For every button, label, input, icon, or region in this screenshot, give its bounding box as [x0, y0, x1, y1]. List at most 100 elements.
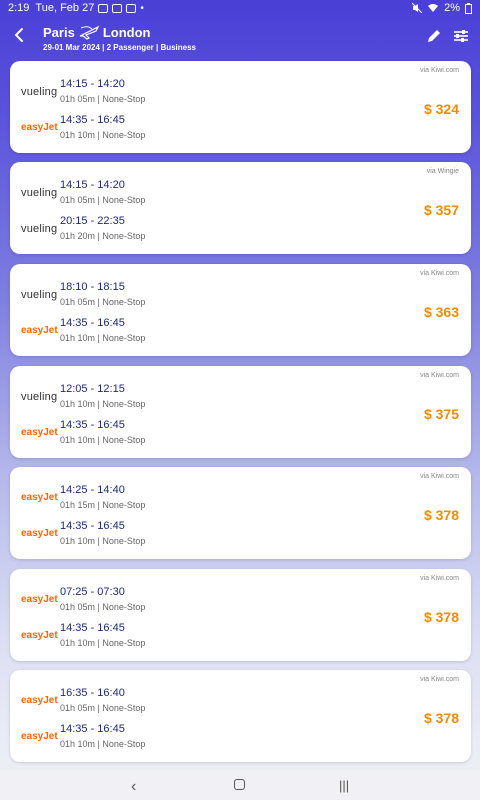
flight-times: 07:25 - 07:30 — [60, 586, 125, 598]
flight-times: 14:15 - 14:20 — [60, 78, 125, 90]
provider-label: via Kiwi.com — [420, 575, 459, 582]
outbound-leg: easyJet 14:25 - 14:40 01h 15m | None-Sto… — [10, 481, 310, 515]
provider-label: via Kiwi.com — [420, 67, 459, 74]
provider-label: via Wingie — [426, 168, 459, 175]
filter-icon[interactable] — [453, 28, 469, 44]
provider-label: via Kiwi.com — [420, 270, 459, 277]
app-notification-icon — [112, 3, 123, 13]
flight-details: 01h 10m | None-Stop — [60, 399, 146, 409]
flight-price: $ 378 — [423, 609, 459, 625]
flight-times: 14:35 - 16:45 — [60, 317, 125, 329]
nav-recents-icon[interactable]: ||| — [339, 778, 349, 793]
flight-times: 14:25 - 14:40 — [60, 484, 125, 496]
provider-label: via Kiwi.com — [420, 473, 459, 480]
calendar-notification-icon — [126, 3, 137, 13]
edit-icon[interactable] — [426, 28, 442, 44]
airline-logo: vueling — [21, 187, 58, 199]
status-time: 2:19 — [8, 2, 30, 14]
flight-details: 01h 10m | None-Stop — [60, 130, 146, 140]
flight-times: 16:35 - 16:40 — [60, 687, 125, 699]
provider-label: via Kiwi.com — [420, 372, 459, 379]
flight-details: 01h 15m | None-Stop — [60, 500, 146, 510]
airline-logo: easyJet — [21, 427, 58, 438]
system-nav-bar: ‹ ||| — [0, 770, 480, 800]
status-date: Tue, Feb 27 — [35, 2, 95, 14]
flight-card[interactable]: via Kiwi.com vueling 12:05 - 12:15 01h 1… — [10, 366, 471, 458]
flight-times: 18:10 - 18:15 — [60, 281, 125, 293]
flight-card[interactable]: via Wingie vueling 14:15 - 14:20 01h 05m… — [10, 162, 471, 254]
airline-logo: easyJet — [21, 630, 58, 641]
flight-card[interactable]: via Kiwi.com easyJet 07:25 - 07:30 01h 0… — [10, 569, 471, 661]
return-leg: easyJet 14:35 - 16:45 01h 10m | None-Sto… — [10, 619, 310, 653]
outbound-leg: vueling 18:10 - 18:15 01h 05m | None-Sto… — [10, 278, 310, 312]
trip-summary: 29-01 Mar 2024 | 2 Passenger | Business — [43, 43, 197, 52]
flight-card[interactable]: via Kiwi.com vueling 18:10 - 18:15 01h 0… — [10, 264, 471, 356]
flight-details: 01h 05m | None-Stop — [60, 297, 146, 307]
return-leg: easyJet 14:35 - 16:45 01h 10m | None-Sto… — [10, 416, 310, 450]
airline-logo: easyJet — [21, 122, 58, 133]
return-leg: easyJet 14:35 - 16:45 01h 10m | None-Sto… — [10, 720, 310, 754]
flight-price: $ 375 — [423, 406, 459, 422]
outbound-leg: vueling 14:15 - 14:20 01h 05m | None-Sto… — [10, 75, 310, 109]
airline-logo: easyJet — [21, 325, 58, 336]
more-notifications-icon: • — [140, 2, 144, 14]
airline-logo: vueling — [21, 86, 58, 98]
airline-logo: easyJet — [21, 492, 58, 503]
airline-logo: easyJet — [21, 731, 58, 742]
outbound-leg: vueling 14:15 - 14:20 01h 05m | None-Sto… — [10, 176, 310, 210]
status-bar: 2:19 Tue, Feb 27 • 2% — [0, 0, 480, 16]
nav-back-icon[interactable]: ‹ — [131, 778, 136, 796]
airline-logo: easyJet — [21, 528, 58, 539]
flight-times: 12:05 - 12:15 — [60, 383, 125, 395]
flight-times: 14:35 - 16:45 — [60, 114, 125, 126]
outbound-leg: easyJet 07:25 - 07:30 01h 05m | None-Sto… — [10, 583, 310, 617]
return-leg: vueling 20:15 - 22:35 01h 20m | None-Sto… — [10, 212, 310, 246]
provider-label: via Kiwi.com — [420, 676, 459, 683]
flight-card[interactable]: via Kiwi.com easyJet 14:25 - 14:40 01h 1… — [10, 467, 471, 559]
gallery-notification-icon — [98, 3, 109, 13]
flight-times: 14:35 - 16:45 — [60, 520, 125, 532]
airline-logo: vueling — [21, 391, 58, 403]
airline-logo: easyJet — [21, 594, 58, 605]
route-title: Paris London 29-01 Mar 2024 | 2 Passenge… — [43, 24, 197, 53]
battery-percent: 2% — [444, 2, 460, 14]
flight-price: $ 378 — [423, 710, 459, 726]
airline-logo: easyJet — [21, 695, 58, 706]
app-header: Paris London 29-01 Mar 2024 | 2 Passenge… — [0, 16, 480, 60]
mute-icon — [412, 3, 423, 13]
flight-card[interactable]: via Kiwi.com easyJet 16:35 - 16:40 01h 0… — [10, 670, 471, 762]
plane-icon — [79, 25, 100, 40]
return-leg: easyJet 14:35 - 16:45 01h 10m | None-Sto… — [10, 314, 310, 348]
flight-details: 01h 20m | None-Stop — [60, 231, 146, 241]
airline-logo: vueling — [21, 289, 58, 301]
flight-details: 01h 05m | None-Stop — [60, 94, 146, 104]
flight-times: 14:35 - 16:45 — [60, 419, 125, 431]
flight-price: $ 357 — [423, 202, 459, 218]
flight-price: $ 324 — [423, 101, 459, 117]
flight-times: 14:15 - 14:20 — [60, 179, 125, 191]
flight-price: $ 378 — [423, 507, 459, 523]
battery-icon — [465, 2, 472, 14]
return-leg: easyJet 14:35 - 16:45 01h 10m | None-Sto… — [10, 111, 310, 145]
destination-city: London — [102, 24, 151, 40]
flight-details: 01h 10m | None-Stop — [60, 333, 146, 343]
nav-home-icon[interactable] — [234, 779, 245, 790]
flight-details: 01h 10m | None-Stop — [60, 739, 146, 749]
flight-details: 01h 10m | None-Stop — [60, 536, 146, 546]
flight-card[interactable]: via Kiwi.com vueling 14:15 - 14:20 01h 0… — [10, 61, 471, 153]
flight-details: 01h 10m | None-Stop — [60, 638, 146, 648]
outbound-leg: vueling 12:05 - 12:15 01h 10m | None-Sto… — [10, 380, 310, 414]
flight-times: 20:15 - 22:35 — [60, 215, 125, 227]
flight-times: 14:35 - 16:45 — [60, 723, 125, 735]
flight-details: 01h 05m | None-Stop — [60, 703, 146, 713]
flight-details: 01h 10m | None-Stop — [60, 435, 146, 445]
wifi-icon — [428, 4, 439, 12]
origin-city: Paris — [43, 24, 75, 40]
back-arrow-icon[interactable] — [10, 26, 28, 44]
flight-price: $ 363 — [423, 304, 459, 320]
airline-logo: vueling — [21, 223, 58, 235]
return-leg: easyJet 14:35 - 16:45 01h 10m | None-Sto… — [10, 517, 310, 551]
outbound-leg: easyJet 16:35 - 16:40 01h 05m | None-Sto… — [10, 684, 310, 718]
flight-details: 01h 05m | None-Stop — [60, 195, 146, 205]
flight-times: 14:35 - 16:45 — [60, 622, 125, 634]
